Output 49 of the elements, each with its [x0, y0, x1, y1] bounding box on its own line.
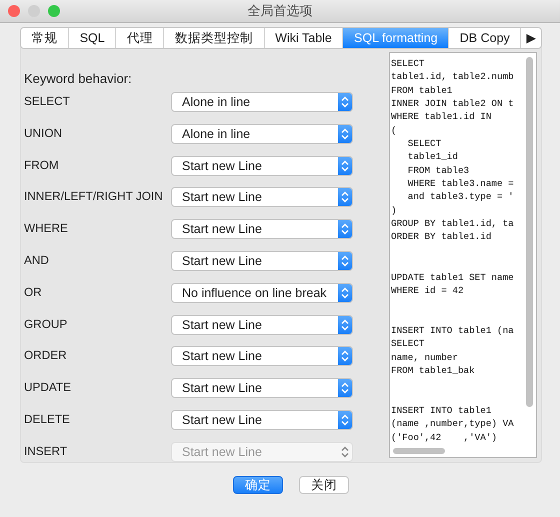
keyword-label: GROUP — [24, 316, 68, 331]
dropdown[interactable]: Start new Line — [171, 378, 353, 398]
dropdown[interactable]: Start new Line — [171, 250, 353, 271]
zoom-button[interactable] — [48, 5, 60, 17]
window-title: 全局首选项 — [248, 2, 312, 20]
dropdown-arrows-icon — [338, 410, 352, 429]
minimize-button[interactable] — [28, 5, 40, 17]
dropdown-arrows-icon — [338, 156, 352, 175]
dropdown-arrows-icon — [338, 284, 352, 302]
keyword-label: FROM — [24, 158, 60, 172]
dropdown[interactable]: Start new Line — [171, 156, 353, 176]
dropdown[interactable]: Start new Line — [171, 314, 353, 335]
dropdown[interactable]: Alone in line — [171, 92, 353, 112]
keyword-label: SELECT — [24, 94, 71, 108]
dropdown[interactable]: Start new Line — [171, 410, 353, 430]
keyword-label: INNER/LEFT/RIGHT JOIN — [24, 189, 164, 204]
dropdown[interactable]: Alone in line — [171, 124, 353, 144]
tab[interactable]: 常规 — [21, 28, 70, 48]
vertical-scrollbar[interactable] — [526, 57, 533, 407]
dropdown-arrows-icon — [338, 93, 352, 111]
dropdown-arrows-icon — [338, 379, 352, 398]
tab[interactable]: 代理 — [116, 28, 164, 48]
sql-preview-text: SELECT table1.id, table2.numb FROM table1 INNER JOIN table2 ON t WHERE table1.id IN ( SELECT table1_id FROM table3 WHERE table3.name = and table3.type = ' ) GROUP BY table1.id, ta ORDER BY table1.id UPDATE table1 SET name WHERE id = 42 INSERT INTO table1 (na SELECT name, number FROM table1_bak INSERT INTO table1 (name ,number,type) VA ('Foo',42 ,'VA') — [390, 57, 515, 445]
close-button[interactable] — [8, 5, 20, 17]
keyword-label: OR — [24, 284, 43, 299]
dropdown-arrows-icon — [338, 220, 352, 238]
keyword-label: AND — [24, 252, 50, 267]
tab[interactable]: 数据类型控制 — [164, 28, 265, 48]
keyword-label: ORDER — [24, 348, 68, 362]
dropdown-arrows-icon — [338, 124, 352, 143]
close-dialog-button[interactable]: 关闭 — [299, 476, 349, 494]
keyword-label: INSERT — [24, 444, 68, 458]
section-label: Keyword behavior: — [24, 71, 133, 88]
dropdown-arrows-icon — [338, 347, 352, 366]
dropdown-arrows-icon — [338, 316, 352, 334]
dropdown[interactable]: Start new Line — [171, 346, 353, 366]
keyword-label: UNION — [24, 126, 64, 140]
keyword-label: WHERE — [24, 221, 69, 236]
tab[interactable]: DB Copy — [449, 28, 522, 48]
dropdown-arrows-icon — [338, 188, 352, 206]
keyword-label: UPDATE — [24, 380, 72, 394]
tab[interactable]: SQL — [69, 28, 116, 48]
tab-overflow-arrow[interactable]: ▶ — [521, 28, 541, 48]
dropdown[interactable]: No influence on line break — [171, 282, 353, 303]
keyword-label: DELETE — [24, 412, 71, 426]
dropdown[interactable]: Start new Line — [171, 219, 353, 240]
horizontal-scrollbar[interactable] — [393, 448, 445, 454]
dropdown[interactable]: Start new Line — [171, 187, 353, 208]
dropdown-arrows-icon — [338, 252, 352, 270]
